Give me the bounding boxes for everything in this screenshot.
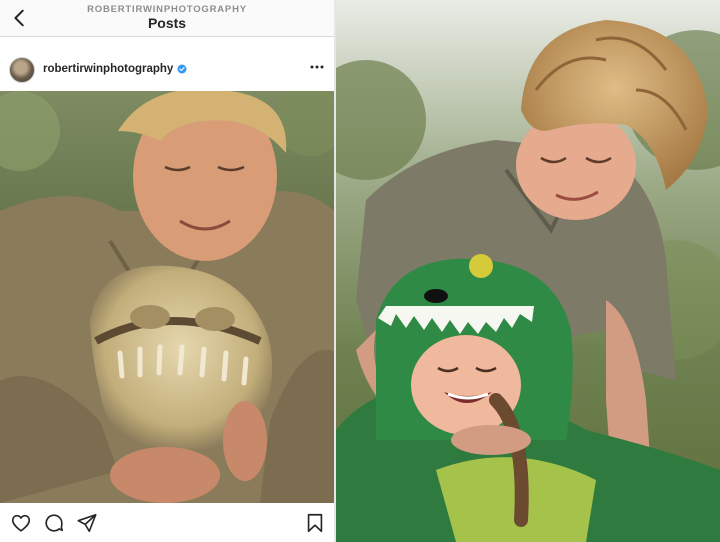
verified-badge-icon bbox=[177, 64, 187, 74]
avatar[interactable] bbox=[9, 57, 35, 83]
comparison-photo bbox=[336, 0, 720, 542]
comment-icon[interactable] bbox=[43, 512, 65, 534]
instagram-post-screenshot: ROBERTIRWINPHOTOGRAPHY Posts robertirwin… bbox=[0, 0, 334, 542]
bookmark-icon[interactable] bbox=[304, 512, 326, 534]
heart-icon[interactable] bbox=[10, 512, 32, 534]
top-navigation-bar: ROBERTIRWINPHOTOGRAPHY Posts bbox=[0, 0, 334, 37]
post-action-bar bbox=[0, 503, 334, 542]
post-photo-graphic bbox=[0, 91, 334, 503]
post-photo[interactable] bbox=[0, 91, 334, 503]
nav-username: ROBERTIRWINPHOTOGRAPHY bbox=[87, 4, 247, 15]
comparison-photo-graphic bbox=[336, 0, 720, 542]
page-title: Posts bbox=[147, 15, 187, 31]
share-icon[interactable] bbox=[76, 512, 98, 534]
post-header: robertirwinphotography bbox=[0, 37, 334, 91]
more-horizontal-icon[interactable] bbox=[308, 61, 326, 73]
post-author[interactable]: robertirwinphotography bbox=[43, 63, 173, 75]
